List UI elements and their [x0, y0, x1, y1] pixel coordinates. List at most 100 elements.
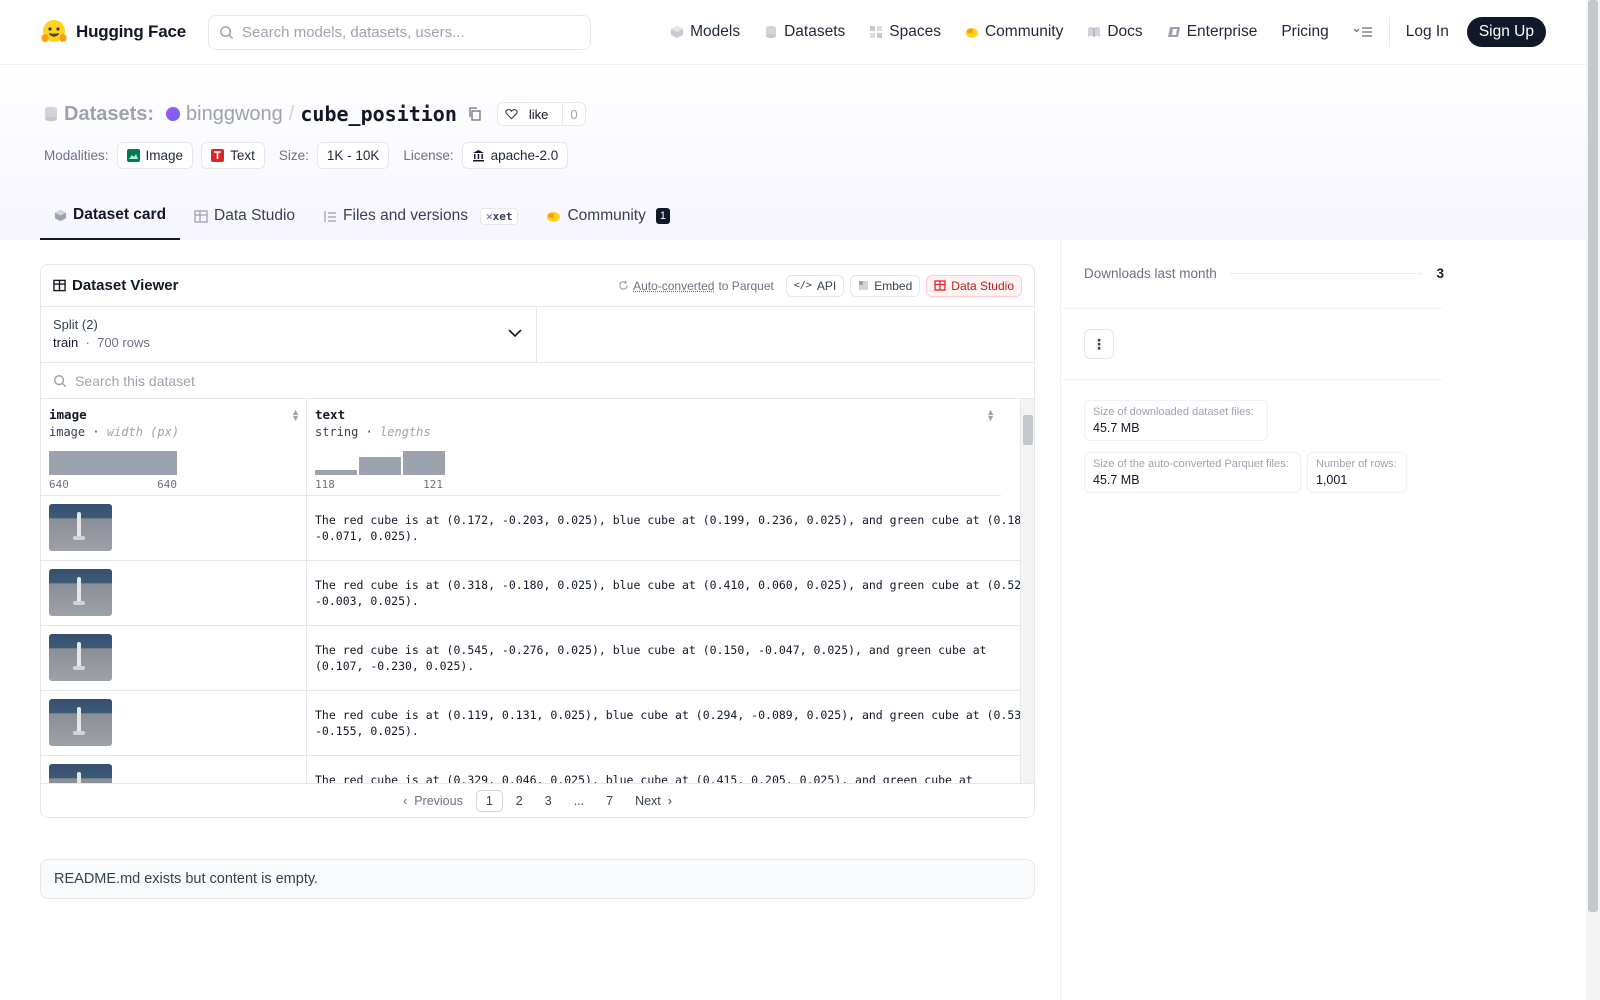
histogram-bar[interactable]: [49, 451, 177, 475]
image-cell[interactable]: [41, 756, 307, 783]
pager-page[interactable]: 7: [597, 791, 622, 811]
page-scrollbar[interactable]: [1586, 0, 1600, 1000]
modality-text-chip[interactable]: Text: [201, 142, 265, 169]
size-chip[interactable]: 1K - 10K: [316, 142, 390, 169]
pager-page[interactable]: 2: [507, 791, 532, 811]
image-cell[interactable]: [41, 561, 307, 625]
histogram-range: 118 121: [315, 478, 443, 491]
histogram-bar[interactable]: [315, 470, 357, 475]
column-histogram: [49, 451, 177, 475]
tab-community[interactable]: Community 1: [532, 192, 684, 240]
pagination: ‹ Previous 1 2 3 ... 7 Next ›: [41, 783, 1034, 817]
nav-pricing[interactable]: Pricing: [1269, 0, 1340, 64]
dataset-name[interactable]: cube_position: [300, 102, 457, 126]
viewer-actions: Auto-converted to Parquet </> API Embed …: [618, 274, 1022, 297]
like-button[interactable]: like 0: [496, 102, 586, 126]
downloads-row: Downloads last month 3: [1084, 266, 1444, 281]
text-cell[interactable]: The red cube is at (0.318, -0.180, 0.025…: [307, 561, 1034, 625]
pager-page[interactable]: 1: [475, 789, 503, 812]
page-scrollbar-thumb[interactable]: [1588, 0, 1598, 912]
histogram-min: 640: [49, 478, 69, 491]
table-scrollbar[interactable]: [1020, 399, 1034, 783]
license-chip[interactable]: apache-2.0: [461, 142, 569, 169]
pager-next[interactable]: Next ›: [626, 791, 681, 811]
image-thumbnail[interactable]: [49, 699, 112, 746]
owner-avatar[interactable]: [166, 107, 181, 121]
table-scrollbar-thumb[interactable]: [1023, 415, 1033, 445]
sort-icon[interactable]: ▲ ▼: [986, 408, 995, 423]
table-row[interactable]: The red cube is at (0.172, -0.203, 0.025…: [41, 496, 1034, 561]
embed-icon: [859, 281, 869, 290]
split-selector[interactable]: Split (2) train · 700 rows: [41, 307, 537, 362]
brand[interactable]: Hugging Face: [40, 18, 208, 46]
text-cell[interactable]: The red cube is at (0.545, -0.276, 0.025…: [307, 626, 1034, 690]
image-cell[interactable]: [41, 626, 307, 690]
sort-icon[interactable]: ▲ ▼: [291, 408, 300, 423]
nav-community[interactable]: Community: [953, 0, 1075, 64]
split-label: Split (2): [53, 317, 98, 332]
text-cell[interactable]: The red cube is at (0.329, 0.046, 0.025)…: [307, 756, 1034, 783]
api-button[interactable]: </> API: [785, 274, 845, 297]
histogram-bar[interactable]: [403, 451, 445, 475]
readme-notice: README.md exists but content is empty.: [40, 859, 1035, 899]
nav-datasets[interactable]: Datasets: [752, 0, 857, 64]
login-link[interactable]: Log In: [1394, 0, 1461, 64]
image-cell[interactable]: [41, 691, 307, 755]
tab-files-label: Files and versions: [343, 207, 468, 224]
modality-image-chip[interactable]: Image: [116, 142, 194, 169]
dataset-search-placeholder: Search this dataset: [75, 372, 195, 389]
like-label: like: [528, 106, 549, 122]
image-cell[interactable]: [41, 496, 307, 560]
stat-value: 45.7 MB: [1093, 421, 1140, 435]
image-thumbnail[interactable]: [49, 634, 112, 681]
image-thumbnail[interactable]: [49, 764, 112, 783]
column-type: string · lengths: [315, 425, 431, 439]
data-studio-button[interactable]: Data Studio: [926, 274, 1022, 297]
chevron-down-icon: [508, 329, 522, 338]
nav-models[interactable]: Models: [658, 0, 752, 64]
sidebar-separator: [1062, 308, 1442, 309]
dataset-search[interactable]: Search this dataset: [41, 363, 1034, 399]
data-studio-label: Data Studio: [951, 278, 1014, 293]
column-header-image[interactable]: image image · width (px) ▲ ▼ 640 640: [41, 399, 307, 496]
table-row[interactable]: The red cube is at (0.329, 0.046, 0.025)…: [41, 756, 1034, 783]
size-value: 1K - 10K: [326, 148, 380, 163]
owner-link[interactable]: binggwong: [186, 103, 283, 126]
more-options-button[interactable]: ⋮: [1084, 329, 1114, 359]
image-thumbnail[interactable]: [49, 504, 112, 551]
column-header-text[interactable]: text string · lengths ▲ ▼ 118 121: [307, 399, 1001, 496]
embed-button[interactable]: Embed: [850, 274, 921, 297]
global-search[interactable]: [208, 14, 591, 50]
nav-more-menu[interactable]: [1341, 0, 1385, 64]
pager-previous[interactable]: ‹ Previous: [394, 791, 472, 811]
tab-files[interactable]: Files and versions ✕xet: [309, 192, 532, 240]
modality-image-label: Image: [145, 148, 184, 163]
section-label: Datasets:: [64, 102, 155, 125]
image-thumbnail[interactable]: [49, 569, 112, 616]
copy-icon[interactable]: [467, 106, 483, 122]
nav-enterprise[interactable]: Enterprise: [1155, 0, 1270, 64]
xet-label: xet: [492, 209, 513, 223]
data-table: image image · width (px) ▲ ▼ 640 640 text…: [41, 399, 1034, 783]
global-search-input[interactable]: [242, 23, 562, 41]
license-value: apache-2.0: [490, 148, 559, 163]
hugging-face-logo-icon: [41, 20, 67, 42]
table-row[interactable]: The red cube is at (0.119, 0.131, 0.025)…: [41, 691, 1034, 756]
text-cell[interactable]: The red cube is at (0.172, -0.203, 0.025…: [307, 496, 1034, 560]
nav-docs[interactable]: Docs: [1075, 0, 1154, 64]
auto-converted-link[interactable]: Auto-converted: [633, 279, 714, 293]
histogram-bar[interactable]: [359, 457, 401, 475]
table-row[interactable]: The red cube is at (0.318, -0.180, 0.025…: [41, 561, 1034, 626]
nav-spaces[interactable]: Spaces: [857, 0, 953, 64]
dataset-viewer: Dataset Viewer Auto-converted to Parquet…: [40, 264, 1035, 818]
signup-button[interactable]: Sign Up: [1466, 17, 1546, 47]
pager-page[interactable]: 3: [536, 791, 561, 811]
tab-data-studio[interactable]: Data Studio: [180, 192, 309, 240]
modalities-label: Modalities:: [44, 148, 109, 163]
sidebar-separator: [1062, 379, 1442, 380]
table-row[interactable]: The red cube is at (0.545, -0.276, 0.025…: [41, 626, 1034, 691]
tab-dataset-card[interactable]: Dataset card: [40, 192, 181, 240]
pager-next-label: Next: [635, 793, 661, 808]
text-cell[interactable]: The red cube is at (0.119, 0.131, 0.025)…: [307, 691, 1034, 755]
sidebar-divider: [1060, 240, 1061, 1000]
